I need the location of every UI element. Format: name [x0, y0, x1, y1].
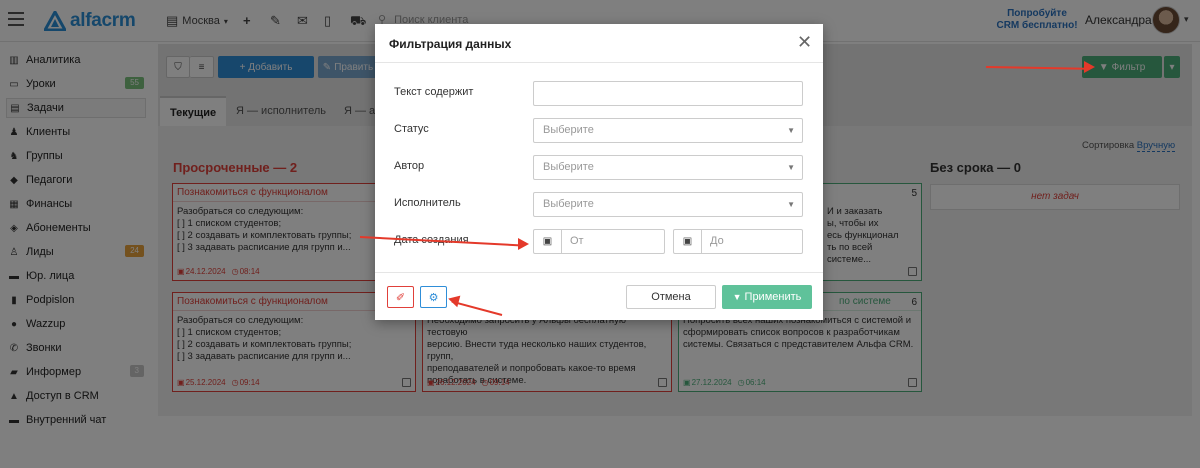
- author-label: Автор: [394, 160, 425, 172]
- calendar-icon[interactable]: ▣: [534, 230, 562, 253]
- modal-footer-divider: [375, 272, 823, 273]
- eraser-icon: ✐: [395, 291, 406, 304]
- gear-icon: ⚙: [428, 291, 439, 304]
- calendar-icon[interactable]: ▣: [674, 230, 702, 253]
- date-from-placeholder: От: [570, 235, 584, 247]
- status-select-value: Выберите: [543, 124, 594, 136]
- status-select[interactable]: Выберите ▼: [533, 118, 803, 143]
- modal-divider: [375, 62, 823, 63]
- date-from-input[interactable]: ▣ От: [533, 229, 665, 254]
- date-to-placeholder: До: [710, 235, 724, 247]
- text-label: Текст содержит: [394, 86, 474, 98]
- status-label: Статус: [394, 123, 429, 135]
- apply-label: Применить: [744, 291, 802, 303]
- author-select-value: Выберите: [543, 161, 594, 173]
- executor-select-value: Выберите: [543, 198, 594, 210]
- executor-label: Исполнитель: [394, 197, 461, 209]
- settings-button[interactable]: ⚙: [420, 286, 447, 308]
- author-select[interactable]: Выберите ▼: [533, 155, 803, 180]
- executor-select[interactable]: Выберите ▼: [533, 192, 803, 217]
- chevron-down-icon: ▼: [787, 163, 795, 172]
- text-input[interactable]: [533, 81, 803, 106]
- apply-button[interactable]: ▼ Применить: [722, 285, 812, 309]
- chevron-down-icon: ▼: [787, 126, 795, 135]
- clear-button[interactable]: ✐: [387, 286, 414, 308]
- funnel-icon: ▼: [732, 292, 742, 302]
- date-to-input[interactable]: ▣ До: [673, 229, 803, 254]
- modal-title: Фильтрация данных: [389, 37, 512, 51]
- close-icon[interactable]: ✕: [797, 32, 812, 53]
- cancel-button[interactable]: Отмена: [626, 285, 716, 309]
- filter-modal: Фильтрация данных ✕ Текст содержит Стату…: [375, 24, 823, 320]
- chevron-down-icon: ▼: [787, 200, 795, 209]
